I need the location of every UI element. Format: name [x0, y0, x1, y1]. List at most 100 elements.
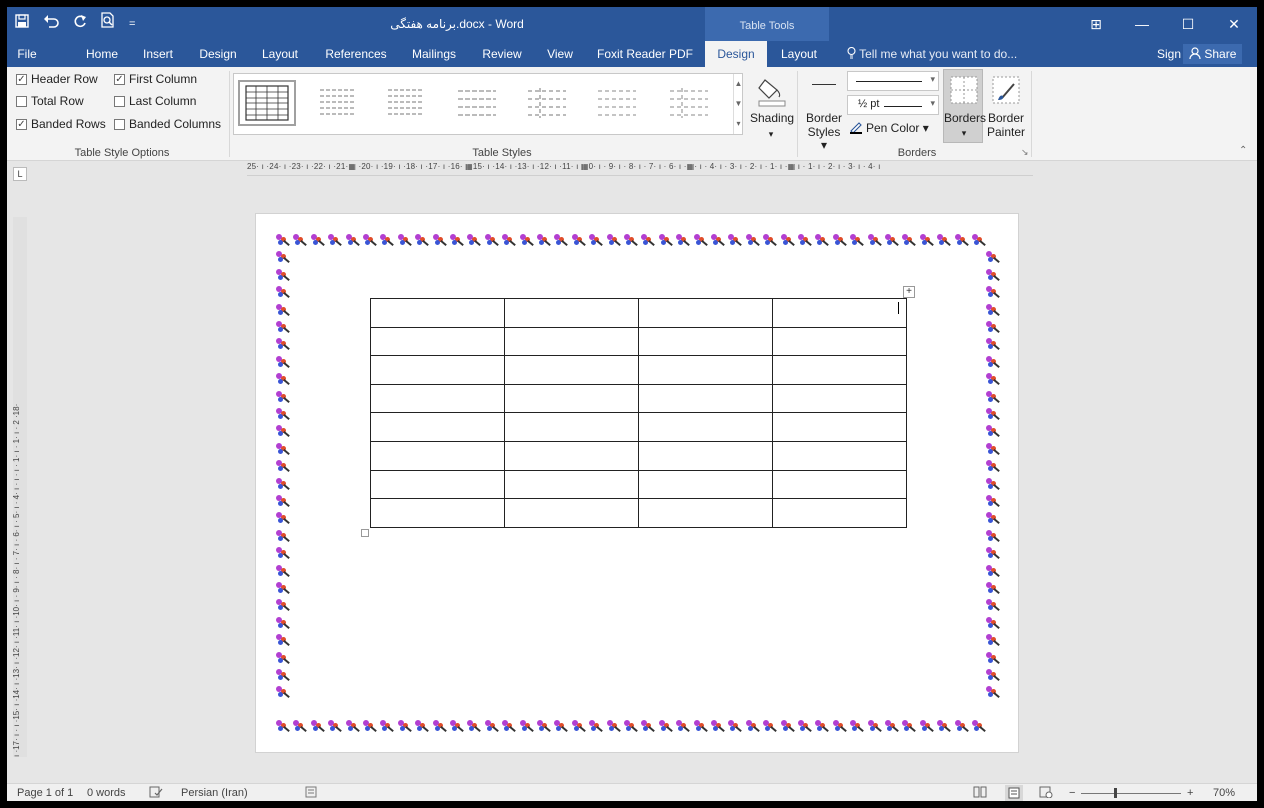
- redo-icon[interactable]: [73, 7, 87, 41]
- table-cell[interactable]: [504, 440, 639, 471]
- gallery-more-icon[interactable]: ▾: [734, 114, 743, 134]
- tab-home[interactable]: Home: [81, 41, 123, 67]
- macro-recording-icon[interactable]: [305, 784, 317, 801]
- total-row-checkbox[interactable]: Total Row: [16, 94, 84, 108]
- tab-foxit-reader-pdf[interactable]: Foxit Reader PDF: [593, 41, 697, 67]
- table-cell[interactable]: [504, 383, 639, 414]
- tab-insert[interactable]: Insert: [137, 41, 179, 67]
- table-cell[interactable]: [772, 412, 907, 442]
- table-style-plain-2[interactable]: [376, 80, 434, 126]
- first-column-checkbox[interactable]: ✓ First Column: [114, 72, 197, 86]
- print-layout-icon[interactable]: [1005, 785, 1023, 801]
- border-styles-button[interactable]: Border Styles ▾: [803, 73, 843, 152]
- tab-mailings[interactable]: Mailings: [405, 41, 463, 67]
- table-resize-handle[interactable]: [361, 529, 369, 537]
- table-cell[interactable]: [772, 383, 907, 414]
- table-move-handle-icon[interactable]: +: [903, 286, 915, 298]
- web-layout-icon[interactable]: [1039, 784, 1053, 801]
- table-cell[interactable]: [772, 440, 907, 471]
- horizontal-ruler[interactable]: 25· ı ·24· ı ·23· ı ·22· ı ·21·▦ ·20· ı …: [247, 162, 1033, 174]
- table-style-plain-3[interactable]: [446, 80, 504, 126]
- table-style-plain-6[interactable]: [658, 80, 716, 126]
- line-style-dropdown[interactable]: ▾: [847, 71, 939, 91]
- zoom-out-button[interactable]: −: [1069, 784, 1075, 801]
- document-table[interactable]: [370, 298, 907, 528]
- table-cell[interactable]: [504, 326, 639, 357]
- table-cell[interactable]: [504, 469, 639, 500]
- zoom-in-button[interactable]: +: [1187, 784, 1193, 801]
- table-cell[interactable]: [638, 298, 773, 328]
- table-cell[interactable]: [772, 498, 907, 528]
- zoom-level[interactable]: 70%: [1213, 784, 1235, 801]
- table-cell[interactable]: [638, 498, 773, 528]
- borders-button[interactable]: Borders ▾: [943, 69, 986, 143]
- table-cell[interactable]: [504, 298, 639, 328]
- line-weight-dropdown[interactable]: ½ pt ▾: [847, 95, 939, 115]
- shading-button[interactable]: Shading ▾: [749, 73, 794, 139]
- table-cell[interactable]: [504, 498, 639, 528]
- table-cell[interactable]: [772, 355, 907, 385]
- tab-review[interactable]: Review: [477, 41, 527, 67]
- table-cell[interactable]: [638, 326, 773, 357]
- table-cell[interactable]: [772, 326, 907, 357]
- table-cell[interactable]: [370, 412, 505, 442]
- table-cell[interactable]: [638, 383, 773, 414]
- pen-color-button[interactable]: Pen Color ▾: [849, 119, 929, 137]
- document-page[interactable]: +: [255, 213, 1019, 753]
- tab-view[interactable]: View: [541, 41, 579, 67]
- language-indicator[interactable]: Persian (Iran): [181, 784, 248, 801]
- tab-table-layout[interactable]: Layout: [773, 41, 825, 67]
- table-cell[interactable]: [370, 355, 505, 385]
- table-cell[interactable]: [504, 412, 639, 442]
- table-cell[interactable]: [370, 498, 505, 528]
- table-cell[interactable]: [370, 469, 505, 500]
- border-painter-button[interactable]: Border Painter: [985, 69, 1025, 143]
- table-cell[interactable]: [504, 355, 639, 385]
- tab-file[interactable]: File: [7, 41, 47, 67]
- dialog-launcher-icon[interactable]: ↘: [1021, 147, 1029, 158]
- tab-design[interactable]: Design: [195, 41, 241, 67]
- tab-references[interactable]: References: [321, 41, 391, 67]
- close-icon[interactable]: ✕: [1211, 7, 1257, 41]
- gallery-up-icon[interactable]: ▲: [734, 74, 743, 94]
- last-column-checkbox[interactable]: Last Column: [114, 94, 196, 108]
- page-count[interactable]: Page 1 of 1: [17, 784, 73, 801]
- table-cell[interactable]: [370, 383, 505, 414]
- collapse-ribbon-icon[interactable]: ⌃: [1239, 145, 1247, 156]
- word-count[interactable]: 0 words: [87, 784, 126, 801]
- table-style-plain-4[interactable]: [516, 80, 574, 126]
- print-preview-icon[interactable]: [101, 7, 115, 41]
- table-cell[interactable]: [370, 326, 505, 357]
- table-style-plain-5[interactable]: [586, 80, 644, 126]
- table-cell[interactable]: [638, 355, 773, 385]
- qat-customize-icon[interactable]: =: [129, 7, 135, 41]
- save-icon[interactable]: [15, 7, 29, 41]
- share-button[interactable]: Share: [1183, 44, 1243, 64]
- table-cell[interactable]: [772, 298, 907, 328]
- undo-icon[interactable]: [43, 7, 59, 41]
- tab-table-design[interactable]: Design: [705, 41, 767, 67]
- tell-me-box[interactable]: Tell me what you want to do...: [847, 41, 1017, 67]
- tab-selector[interactable]: L: [13, 167, 27, 181]
- ribbon-display-options-icon[interactable]: ⊞: [1073, 7, 1119, 41]
- header-row-checkbox[interactable]: ✓ Header Row: [16, 72, 98, 86]
- tab-layout[interactable]: Layout: [257, 41, 303, 67]
- table-cell[interactable]: [638, 412, 773, 442]
- table-cell[interactable]: [772, 469, 907, 500]
- first-column-label: First Column: [129, 72, 198, 86]
- table-cell[interactable]: [638, 469, 773, 500]
- table-cell[interactable]: [638, 440, 773, 471]
- read-mode-icon[interactable]: [973, 784, 987, 801]
- proofing-icon[interactable]: [149, 784, 163, 801]
- table-cell[interactable]: [370, 298, 505, 328]
- zoom-slider-thumb[interactable]: [1114, 788, 1118, 798]
- banded-columns-checkbox[interactable]: Banded Columns: [114, 117, 221, 131]
- gallery-down-icon[interactable]: ▼: [734, 94, 743, 114]
- maximize-icon[interactable]: ☐: [1165, 7, 1211, 41]
- minimize-icon[interactable]: —: [1119, 7, 1165, 41]
- table-style-plain-1[interactable]: [308, 80, 366, 126]
- banded-rows-checkbox[interactable]: ✓ Banded Rows: [16, 117, 106, 131]
- zoom-slider-track[interactable]: [1081, 793, 1181, 794]
- table-cell[interactable]: [370, 440, 505, 471]
- table-style-grid-selected[interactable]: [238, 80, 296, 126]
